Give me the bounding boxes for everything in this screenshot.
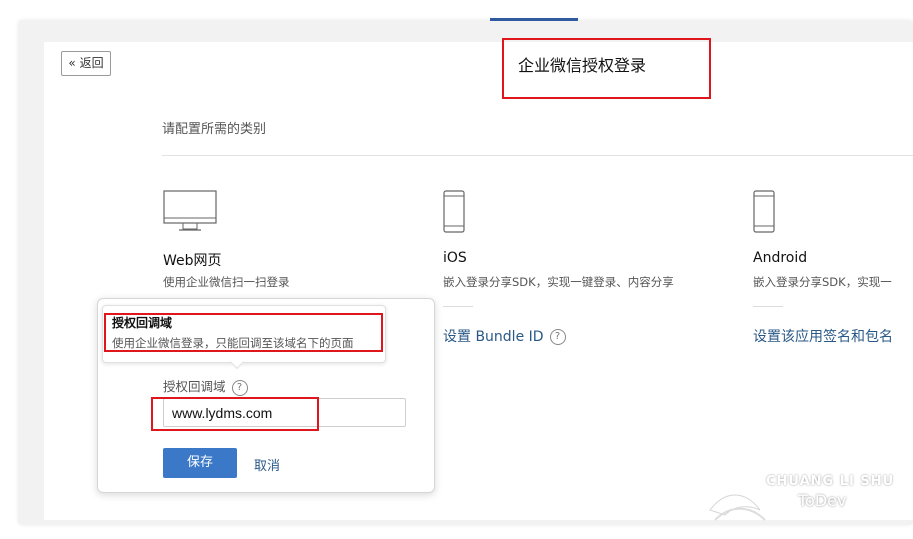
section-divider [162, 155, 913, 156]
callback-domain-input[interactable] [163, 398, 406, 427]
platform-title-ios: iOS [443, 250, 467, 266]
callback-domain-label-text: 授权回调域 [163, 379, 226, 394]
ios-divider [443, 306, 473, 307]
platform-desc-web: 使用企业微信扫一扫登录 [163, 275, 290, 289]
callback-domain-label: 授权回调域? [163, 376, 248, 396]
platform-title-android: Android [753, 250, 808, 266]
desktop-monitor-icon [163, 190, 217, 231]
double-chevron-left-icon: « [68, 56, 76, 70]
tooltip-desc: 使用企业微信登录，只能回调至该域名下的页面 [112, 336, 354, 350]
platform-title-web: Web网页 [163, 253, 222, 269]
phone-icon [443, 190, 465, 233]
back-button[interactable]: « 返回 [61, 51, 111, 76]
platform-desc-android: 嵌入登录分享SDK，实现一 [753, 275, 892, 289]
watermark-text-2: ToDev [798, 491, 847, 510]
cancel-link[interactable]: 取消 [254, 455, 280, 474]
phone-icon [753, 190, 775, 233]
help-icon[interactable]: ? [549, 329, 566, 345]
back-button-label: 返回 [79, 56, 104, 70]
save-button[interactable]: 保存 [163, 448, 237, 478]
android-divider [753, 306, 783, 307]
set-bundle-id-link[interactable]: 设置 Bundle ID? [443, 326, 566, 346]
watermark-text-1: CHUANG LI SHU [766, 474, 895, 489]
page-title: 企业微信授权登录 [518, 56, 647, 75]
set-bundle-id-label: 设置 Bundle ID [443, 329, 544, 345]
help-icon[interactable]: ? [231, 379, 248, 396]
platform-desc-ios: 嵌入登录分享SDK，实现一键登录、内容分享 [443, 275, 674, 289]
active-tab-indicator [490, 18, 578, 21]
tooltip-title: 授权回调域 [112, 316, 173, 330]
section-label: 请配置所需的类别 [162, 122, 267, 137]
set-signature-package-link[interactable]: 设置该应用签名和包名 [753, 326, 893, 346]
